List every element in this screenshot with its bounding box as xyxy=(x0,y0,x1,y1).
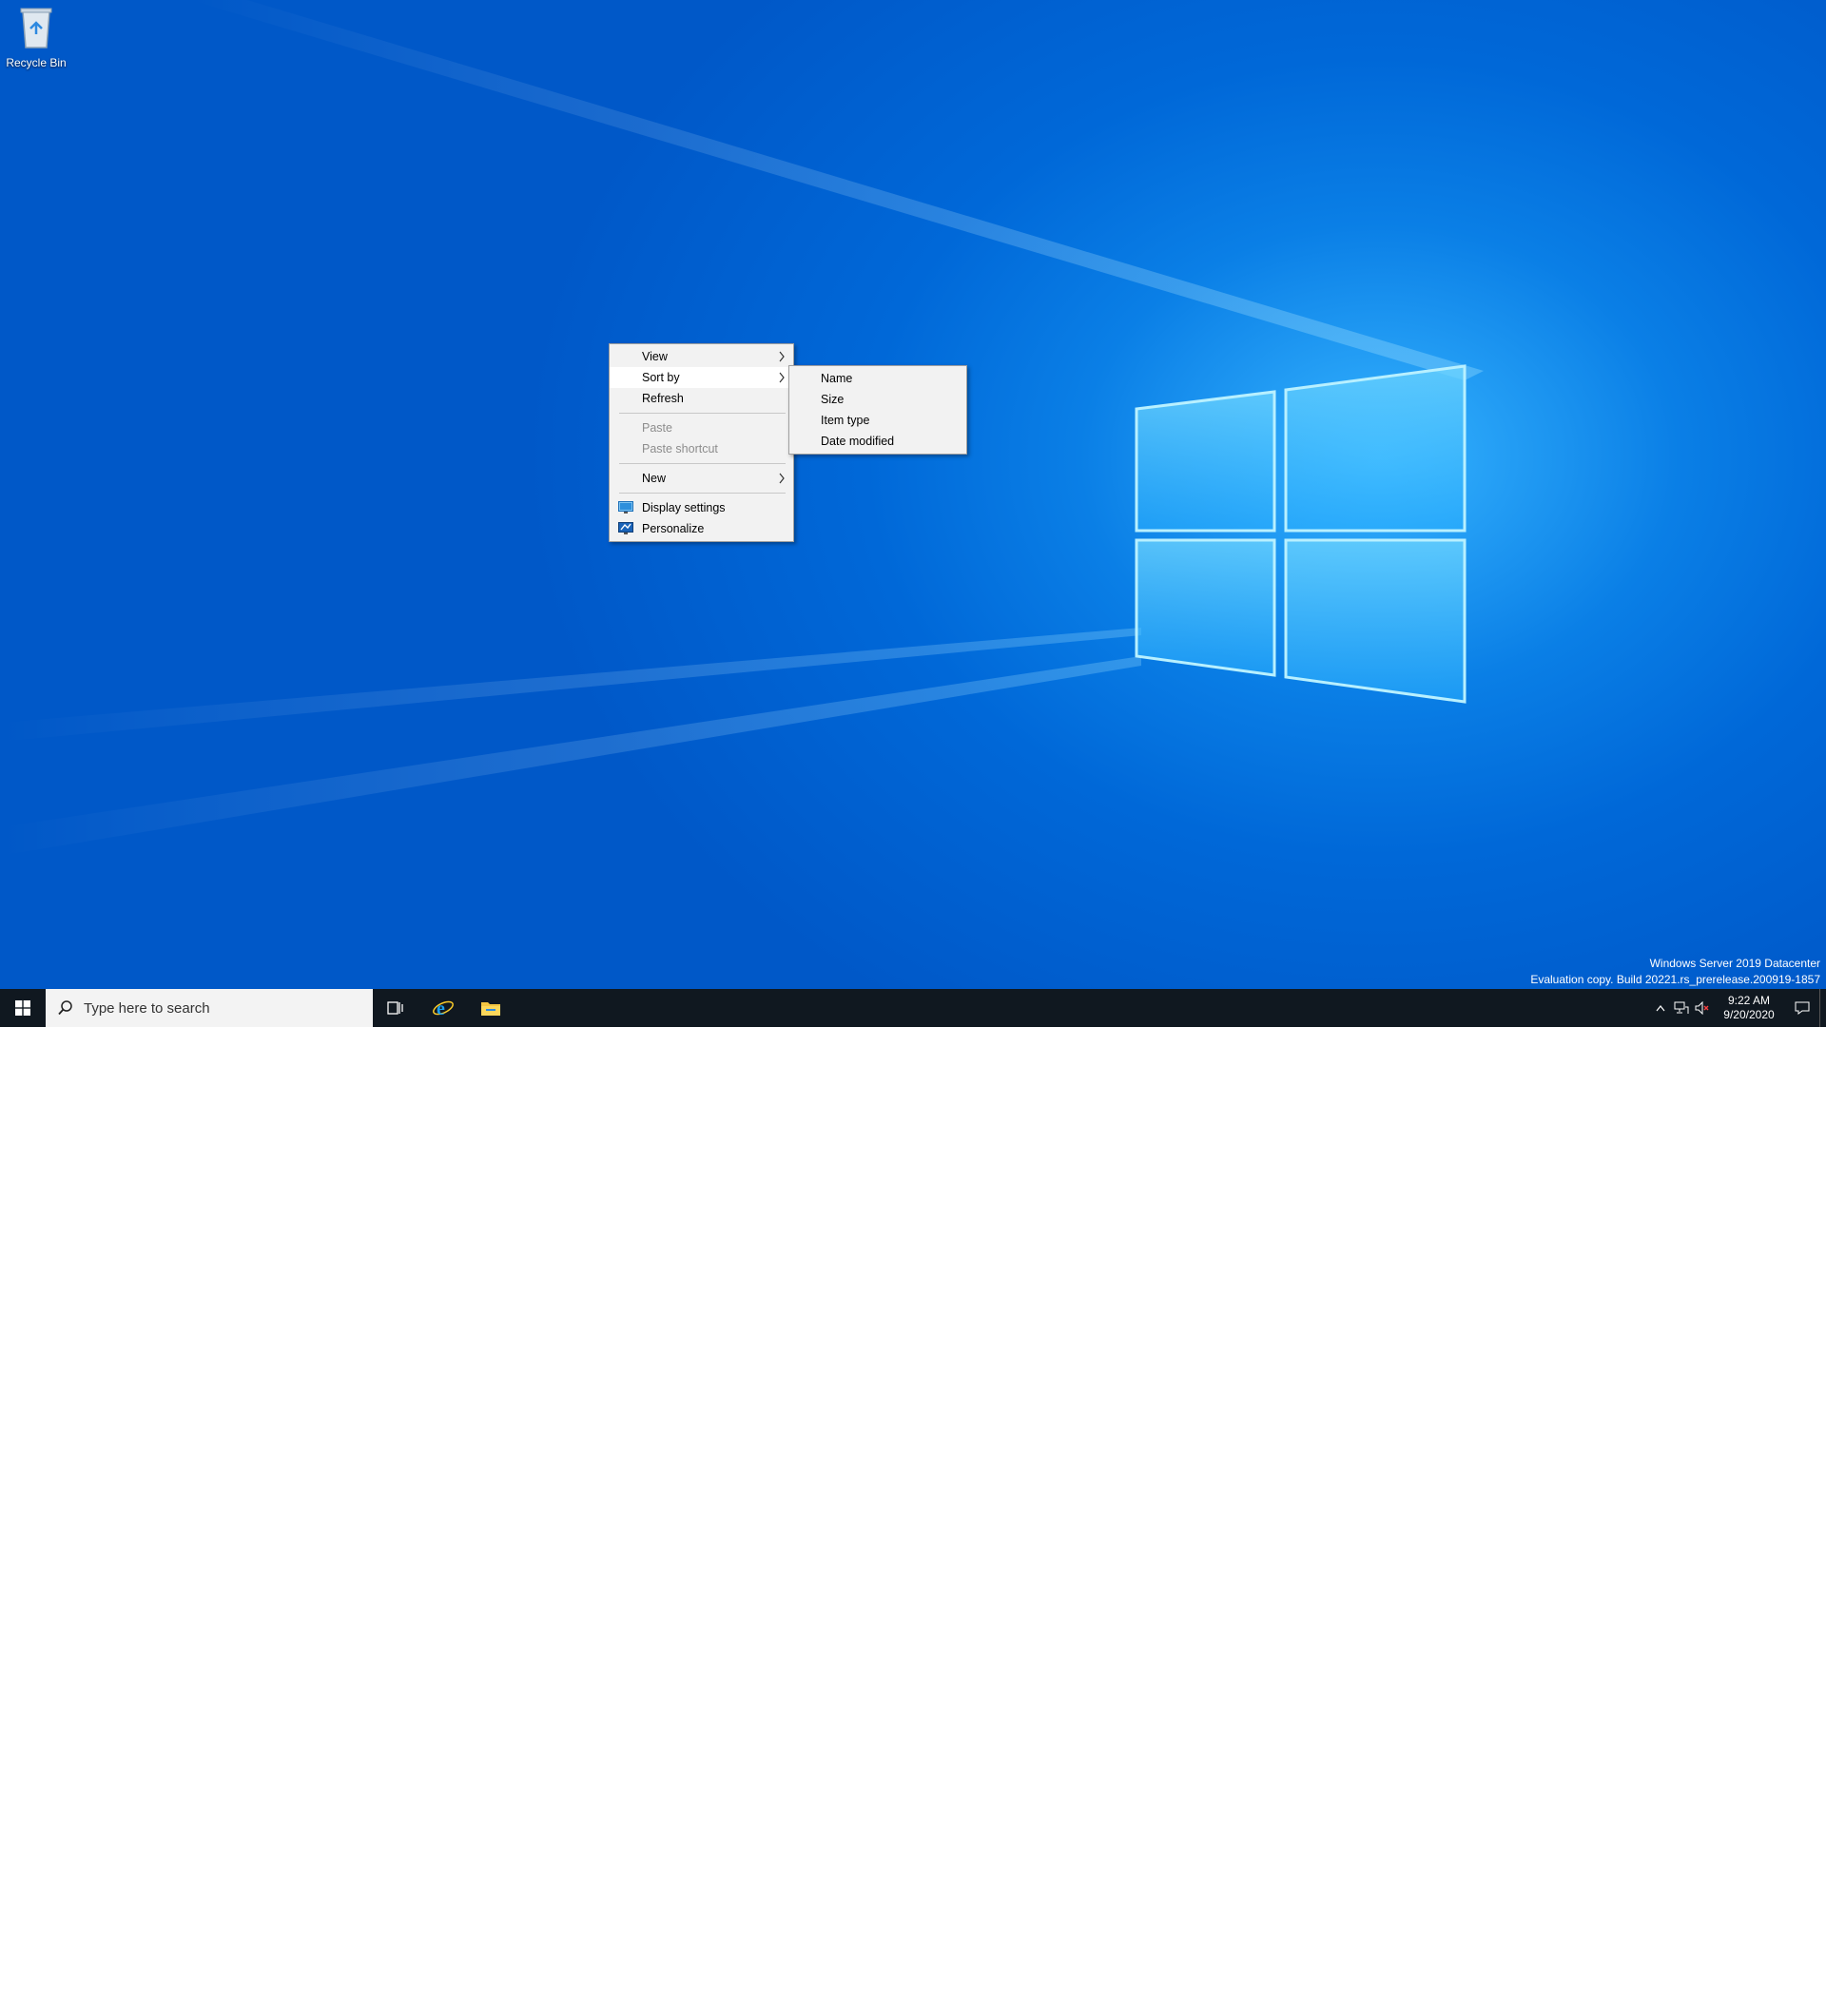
menu-item-label: Size xyxy=(821,393,845,406)
menu-separator xyxy=(619,413,786,414)
desktop[interactable]: Recycle Bin View Sort by Refresh Paste P… xyxy=(0,0,1826,1027)
desktop-context-menu: View Sort by Refresh Paste Paste shortcu… xyxy=(609,343,794,542)
internet-explorer-icon: e xyxy=(433,998,454,1019)
display-settings-icon xyxy=(618,501,633,514)
file-explorer-button[interactable] xyxy=(468,989,514,1027)
search-icon xyxy=(58,1000,72,1016)
menu-item-display-settings[interactable]: Display settings xyxy=(610,497,793,518)
sort-item-date-modified[interactable]: Date modified xyxy=(789,431,966,452)
menu-item-personalize[interactable]: Personalize xyxy=(610,518,793,539)
notification-icon xyxy=(1795,1001,1810,1015)
menu-item-label: Paste xyxy=(642,421,672,435)
sort-by-submenu: Name Size Item type Date modified xyxy=(788,365,967,455)
menu-item-label: Item type xyxy=(821,414,870,427)
windows-start-icon xyxy=(15,1000,30,1016)
clock-date: 9/20/2020 xyxy=(1723,1008,1775,1021)
network-tray-button[interactable] xyxy=(1671,989,1692,1027)
menu-item-refresh[interactable]: Refresh xyxy=(610,388,793,409)
task-view-icon xyxy=(387,1001,403,1015)
menu-item-label: Date modified xyxy=(821,435,895,448)
internet-explorer-button[interactable]: e xyxy=(420,989,466,1027)
menu-item-label: Personalize xyxy=(642,522,705,535)
menu-item-label: Paste shortcut xyxy=(642,442,718,456)
chevron-right-icon xyxy=(779,351,785,362)
menu-item-label: Name xyxy=(821,372,853,385)
sort-item-item-type[interactable]: Item type xyxy=(789,410,966,431)
sort-item-size[interactable]: Size xyxy=(789,389,966,410)
watermark-edition: Windows Server 2019 Datacenter xyxy=(1649,957,1820,970)
menu-item-label: Display settings xyxy=(642,501,726,514)
show-desktop-button[interactable] xyxy=(1819,989,1826,1027)
menu-separator xyxy=(619,493,786,494)
chevron-right-icon xyxy=(779,473,785,484)
menu-item-view[interactable]: View xyxy=(610,346,793,367)
menu-separator xyxy=(619,463,786,464)
task-view-button[interactable] xyxy=(373,989,418,1027)
menu-item-label: View xyxy=(642,350,668,363)
menu-item-label: Sort by xyxy=(642,371,680,384)
chevron-right-icon xyxy=(779,372,785,383)
network-icon xyxy=(1674,1001,1689,1014)
taskbar-clock[interactable]: 9:22 AM 9/20/2020 xyxy=(1713,994,1785,1022)
menu-item-label: New xyxy=(642,472,667,485)
taskbar-search-box[interactable]: Type here to search xyxy=(46,989,373,1027)
taskbar: Type here to search e The Collection Boo… xyxy=(0,989,1826,2013)
volume-tray-button[interactable] xyxy=(1692,989,1713,1027)
personalize-icon xyxy=(618,522,633,534)
windows-logo-wallpaper xyxy=(1135,364,1467,704)
menu-item-paste-shortcut[interactable]: Paste shortcut xyxy=(610,438,793,459)
clock-time: 9:22 AM xyxy=(1727,994,1771,1007)
menu-item-paste[interactable]: Paste xyxy=(610,417,793,438)
os-watermark: Windows Server 2019 Datacenter Evaluatio… xyxy=(1530,956,1820,988)
volume-muted-icon xyxy=(1695,1001,1709,1015)
svg-text:e: e xyxy=(437,998,445,1019)
recycle-bin-desktop-icon[interactable]: Recycle Bin xyxy=(4,6,68,69)
file-explorer-icon xyxy=(481,1002,500,1016)
menu-item-new[interactable]: New xyxy=(610,468,793,489)
start-button[interactable] xyxy=(0,989,46,1027)
overlay-logo-text: The Collection Book xyxy=(1641,1973,1764,2013)
book-icon xyxy=(1589,1976,1631,2012)
watermark-build: Evaluation copy. Build 20221.rs_prerelea… xyxy=(1530,973,1820,986)
search-placeholder: Type here to search xyxy=(84,999,210,1017)
recycle-bin-icon xyxy=(20,8,52,48)
action-center-button[interactable] xyxy=(1785,989,1819,1027)
sort-item-name[interactable]: Name xyxy=(789,368,966,389)
menu-item-label: Refresh xyxy=(642,392,684,405)
wallpaper-beams xyxy=(0,0,1484,856)
collection-book-overlay-logo: The Collection Book xyxy=(1586,1970,1805,2016)
desktop-icon-label: Recycle Bin xyxy=(6,56,67,69)
show-hidden-icons-button[interactable] xyxy=(1650,989,1671,1027)
chevron-up-icon xyxy=(1656,1005,1665,1012)
system-tray: 9:22 AM 9/20/2020 xyxy=(1650,989,1826,1027)
menu-item-sort-by[interactable]: Sort by xyxy=(610,367,793,388)
